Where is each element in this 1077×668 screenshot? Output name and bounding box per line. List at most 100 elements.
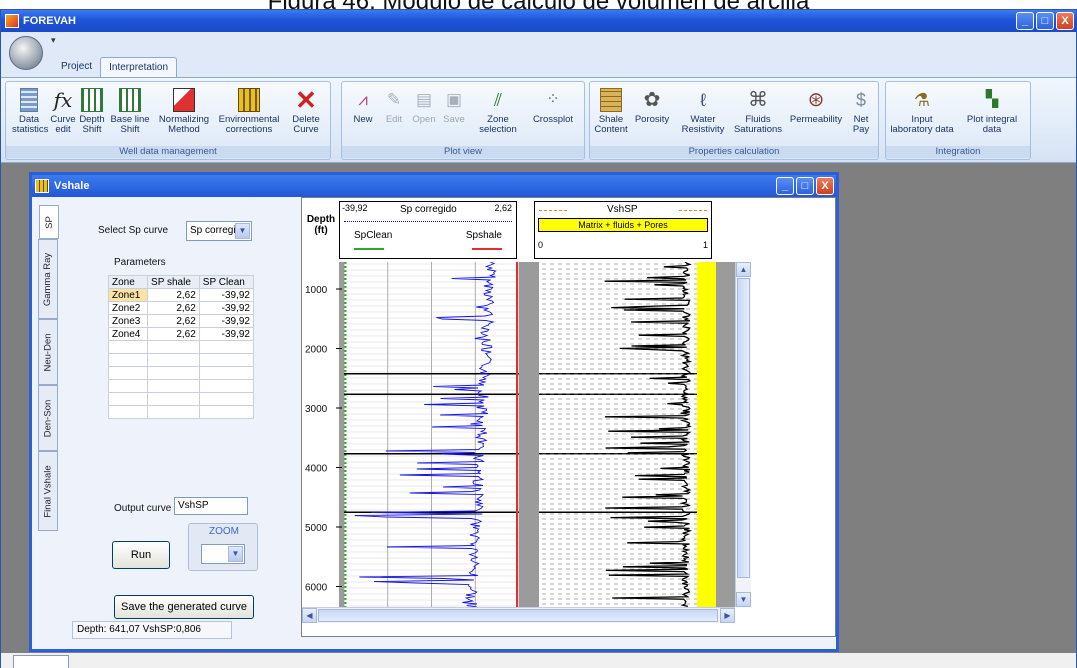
edit-plot-button[interactable]: ✎ Edit (380, 88, 408, 125)
table-cell[interactable]: -39,92 (198, 301, 255, 315)
crossplot-icon: ⁘ (546, 91, 560, 108)
environmental-corrections-button[interactable]: Environmental corrections (216, 88, 282, 135)
permeability-icon: ⊛ (807, 89, 825, 111)
column-header: SP shale (147, 275, 200, 289)
output-curve-input[interactable]: VshSP (174, 497, 248, 515)
table-cell[interactable]: -39,92 (198, 288, 255, 302)
normalizing-method-button[interactable]: Normalizing Method (156, 88, 212, 135)
base-line-shift-button[interactable]: Base line Shift (108, 88, 152, 135)
chevron-down-icon: ▼ (235, 223, 250, 239)
vsh-line-left (539, 210, 567, 211)
delete-curve-button[interactable]: ✕ Delete Curve (286, 85, 326, 135)
ribbon-tabs: Project Interpretation (53, 57, 178, 77)
table-cell[interactable]: 2,62 (147, 301, 200, 315)
vsh-scale-max: 1 (702, 240, 708, 250)
table-row[interactable]: Zone4 2,62 -39,92 (107, 327, 255, 341)
net-pay-button[interactable]: $ Net Pay (846, 88, 876, 135)
quick-access-caret-icon[interactable]: ▾ (51, 35, 56, 46)
depth-readout: Depth: 641,07 VshSP:0,806 (72, 621, 232, 639)
tab-final-vshale[interactable]: Final Vshale (38, 451, 58, 531)
table-cell[interactable]: Zone4 (107, 327, 149, 341)
data-statistics-button[interactable]: Data statistics (12, 88, 48, 135)
table-cell[interactable]: Zone3 (107, 314, 149, 328)
track2-header: VshSP Matrix + fluids + Pores 0 1 (534, 201, 712, 259)
log-plot-area: Depth (ft) -39,92 Sp corregido 2,62 SpCl… (301, 197, 836, 637)
scroll-thumb[interactable] (737, 278, 750, 578)
close-button[interactable]: X (1056, 12, 1074, 30)
empty-row (107, 379, 255, 393)
maximize-button[interactable]: □ (1036, 12, 1054, 30)
sp-clean-label: SpClean (354, 230, 393, 241)
matrix-fill (539, 262, 716, 607)
empty-row (107, 353, 255, 367)
zoom-select[interactable]: ▼ (201, 544, 245, 564)
sp-shale-label: Spshale (465, 230, 502, 241)
table-cell[interactable]: Zone2 (107, 301, 149, 315)
parameters-label: Parameters (114, 257, 166, 268)
table-header-row: Zone SP shale SP Clean (107, 275, 255, 289)
shale-content-button[interactable]: Shale Content (594, 88, 628, 135)
table-cell[interactable]: -39,92 (198, 314, 255, 328)
scroll-right-icon[interactable]: ▶ (720, 608, 735, 623)
permeability-button[interactable]: ⊛ Permeability (786, 88, 846, 125)
vshale-minimize-button[interactable]: _ (776, 177, 794, 195)
depth-shift-button[interactable]: Depth Shift (78, 88, 106, 135)
scroll-down-icon[interactable]: ▼ (736, 592, 751, 607)
new-plot-button[interactable]: ⩘ New (348, 88, 378, 125)
tab-sp[interactable]: SP (39, 205, 59, 239)
vsh-curve-name: VshSP (607, 204, 638, 215)
group-properties-calculation: Shale Content ✿ Porosity ℓ Water Resisti… (589, 81, 879, 160)
table-row[interactable]: Zone3 2,62 -39,92 (107, 314, 255, 328)
save-generated-curve-button[interactable]: Save the generated curve (114, 595, 254, 619)
depth-shift-icon (81, 88, 103, 112)
group-well-data-management: Data statistics fx Curve edit Depth Shif… (5, 81, 331, 160)
group-label: Properties calculation (590, 146, 878, 158)
table-cell[interactable]: 2,62 (147, 314, 200, 328)
vertical-scrollbar[interactable]: ▲ ▼ (735, 262, 751, 607)
scroll-left-icon[interactable]: ◀ (302, 608, 317, 623)
scroll-up-icon[interactable]: ▲ (736, 262, 751, 277)
crossplot-button[interactable]: ⁘ Crossplot (528, 88, 578, 125)
table-cell[interactable]: -39,92 (198, 327, 255, 341)
vshale-close-button[interactable]: X (816, 177, 834, 195)
parameters-table[interactable]: Zone SP shale SP Clean Zone1 2,62 -39,92… (107, 275, 255, 419)
vshale-title: Vshale (54, 180, 90, 192)
hscroll-thumb[interactable] (318, 609, 718, 622)
zone-selection-button[interactable]: ⫽ Zone selection (470, 88, 526, 135)
matrix-legend: Matrix + fluids + Pores (538, 218, 708, 232)
input-laboratory-data-button[interactable]: ⚗ Input laboratory data (890, 88, 954, 135)
tab-den-son[interactable]: Den-Son (38, 385, 58, 451)
group-label: Integration (886, 146, 1030, 158)
run-button[interactable]: Run (112, 541, 170, 569)
table-cell[interactable]: Zone1 (107, 288, 149, 302)
document-tab[interactable] (13, 655, 69, 668)
vsh-scale-min: 0 (538, 240, 544, 250)
delete-x-icon: ✕ (295, 85, 317, 115)
tab-gamma-ray[interactable]: Gamma Ray (38, 239, 58, 319)
porosity-button[interactable]: ✿ Porosity (630, 88, 674, 125)
horizontal-scrollbar[interactable]: ◀ ▶ (302, 607, 735, 623)
depth-tick-label: 6000 (305, 583, 328, 594)
open-plot-button[interactable]: ▤ Open (410, 88, 438, 125)
table-row[interactable]: Zone2 2,62 -39,92 (107, 301, 255, 315)
fluids-saturations-button[interactable]: ⌘ Fluids Saturations (730, 88, 786, 135)
ribbon-panel: Data statistics fx Curve edit Depth Shif… (1, 77, 1076, 163)
table-row[interactable]: Zone1 2,62 -39,92 (107, 288, 255, 302)
tab-neu-den[interactable]: Neu-Den (38, 319, 58, 385)
plot-integral-data-button[interactable]: ▚ Plot integral data (958, 88, 1026, 135)
vshale-maximize-button[interactable]: □ (796, 177, 814, 195)
shale-content-icon (600, 88, 622, 112)
curve-edit-button[interactable]: fx Curve edit (50, 88, 76, 135)
output-curve-label: Output curve (114, 503, 172, 514)
app-menu-orb-icon[interactable] (9, 36, 43, 70)
save-plot-button[interactable]: ▣ Save (440, 88, 468, 125)
table-cell[interactable]: 2,62 (147, 327, 200, 341)
sp-curve-select[interactable]: Sp corregid ▼ (186, 221, 252, 241)
save-icon: ▣ (445, 90, 463, 109)
tab-project[interactable]: Project (53, 57, 100, 77)
water-resistivity-button[interactable]: ℓ Water Resistivity (676, 88, 730, 135)
minimize-button[interactable]: _ (1016, 12, 1034, 30)
table-cell[interactable]: 2,62 (147, 288, 200, 302)
zoom-group: ZOOM ▼ (188, 523, 258, 571)
tab-interpretation[interactable]: Interpretation (100, 57, 178, 77)
